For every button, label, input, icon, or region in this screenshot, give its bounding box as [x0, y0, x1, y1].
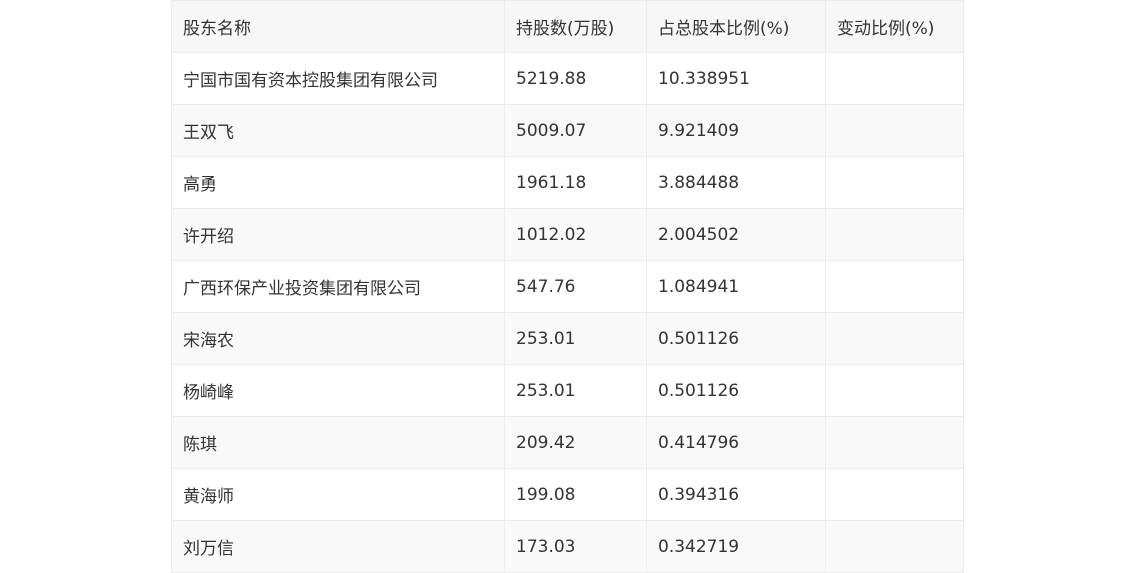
- cell-shares-held: 173.03: [504, 520, 647, 573]
- cell-share-ratio: 0.342719: [646, 520, 826, 573]
- table-row: 陈琪 209.42 0.414796: [171, 416, 964, 469]
- header-share-ratio: 占总股本比例(%): [646, 0, 826, 53]
- cell-share-ratio: 0.414796: [646, 416, 826, 469]
- header-change-ratio: 变动比例(%): [825, 0, 964, 53]
- cell-shares-held: 253.01: [504, 312, 647, 365]
- cell-shares-held: 5219.88: [504, 52, 647, 105]
- cell-share-ratio: 10.338951: [646, 52, 826, 105]
- table-row: 广西环保产业投资集团有限公司 547.76 1.084941: [171, 260, 964, 313]
- cell-share-ratio: 0.501126: [646, 312, 826, 365]
- cell-shareholder-name: 杨崎峰: [171, 364, 505, 417]
- table-row: 宁国市国有资本控股集团有限公司 5219.88 10.338951: [171, 52, 964, 105]
- cell-shareholder-name: 王双飞: [171, 104, 505, 157]
- cell-shares-held: 1961.18: [504, 156, 647, 209]
- cell-shareholder-name: 许开绍: [171, 208, 505, 261]
- cell-shares-held: 199.08: [504, 468, 647, 521]
- cell-change-ratio: [825, 312, 964, 365]
- cell-share-ratio: 0.501126: [646, 364, 826, 417]
- cell-shares-held: 209.42: [504, 416, 647, 469]
- cell-share-ratio: 2.004502: [646, 208, 826, 261]
- cell-shares-held: 253.01: [504, 364, 647, 417]
- header-shares-held: 持股数(万股): [504, 0, 647, 53]
- table-header-row: 股东名称 持股数(万股) 占总股本比例(%) 变动比例(%): [171, 0, 964, 53]
- cell-change-ratio: [825, 52, 964, 105]
- table-row: 黄海师 199.08 0.394316: [171, 468, 964, 521]
- table-row: 杨崎峰 253.01 0.501126: [171, 364, 964, 417]
- table-row: 刘万信 173.03 0.342719: [171, 520, 964, 573]
- cell-share-ratio: 9.921409: [646, 104, 826, 157]
- cell-share-ratio: 3.884488: [646, 156, 826, 209]
- cell-shareholder-name: 宁国市国有资本控股集团有限公司: [171, 52, 505, 105]
- table-row: 许开绍 1012.02 2.004502: [171, 208, 964, 261]
- cell-change-ratio: [825, 468, 964, 521]
- cell-shareholder-name: 黄海师: [171, 468, 505, 521]
- cell-shares-held: 5009.07: [504, 104, 647, 157]
- cell-share-ratio: 1.084941: [646, 260, 826, 313]
- cell-change-ratio: [825, 416, 964, 469]
- shareholder-table: 股东名称 持股数(万股) 占总股本比例(%) 变动比例(%) 宁国市国有资本控股…: [171, 0, 964, 573]
- cell-change-ratio: [825, 104, 964, 157]
- cell-change-ratio: [825, 260, 964, 313]
- cell-change-ratio: [825, 364, 964, 417]
- cell-shareholder-name: 高勇: [171, 156, 505, 209]
- shareholder-table-container: 股东名称 持股数(万股) 占总股本比例(%) 变动比例(%) 宁国市国有资本控股…: [171, 0, 964, 573]
- cell-shares-held: 1012.02: [504, 208, 647, 261]
- cell-shareholder-name: 宋海农: [171, 312, 505, 365]
- cell-share-ratio: 0.394316: [646, 468, 826, 521]
- header-shareholder-name: 股东名称: [171, 0, 505, 53]
- table-row: 高勇 1961.18 3.884488: [171, 156, 964, 209]
- cell-change-ratio: [825, 156, 964, 209]
- cell-change-ratio: [825, 208, 964, 261]
- table-row: 宋海农 253.01 0.501126: [171, 312, 964, 365]
- cell-shareholder-name: 刘万信: [171, 520, 505, 573]
- cell-shareholder-name: 广西环保产业投资集团有限公司: [171, 260, 505, 313]
- cell-change-ratio: [825, 520, 964, 573]
- cell-shares-held: 547.76: [504, 260, 647, 313]
- cell-shareholder-name: 陈琪: [171, 416, 505, 469]
- table-row: 王双飞 5009.07 9.921409: [171, 104, 964, 157]
